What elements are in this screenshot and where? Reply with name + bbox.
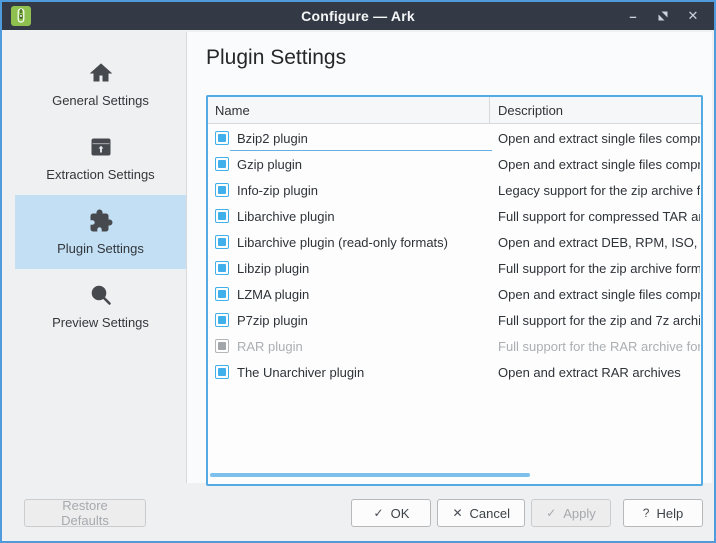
plugin-description: Legacy support for the zip archive forma…	[498, 177, 700, 203]
checkbox-check	[218, 342, 226, 350]
minimize-icon[interactable]: –	[618, 2, 648, 30]
plugin-description: Open and extract DEB, RPM, ISO, AppImage…	[498, 229, 700, 255]
plugin-checkbox[interactable]	[215, 235, 229, 249]
maximize-icon[interactable]	[648, 2, 678, 30]
table-row[interactable]: The Unarchiver plugin Open and extract R…	[208, 359, 701, 385]
table-row[interactable]: Bzip2 plugin Open and extract single fil…	[208, 125, 701, 151]
help-button[interactable]: ? Help	[623, 499, 703, 527]
checkbox-check	[218, 290, 226, 298]
table-row[interactable]: Libzip plugin Full support for the zip a…	[208, 255, 701, 281]
horizontal-scrollbar[interactable]	[210, 473, 530, 477]
plugin-name: Info-zip plugin	[237, 177, 489, 203]
sidebar-item-preview-settings[interactable]: Preview Settings	[15, 269, 186, 343]
sidebar-item-general-settings[interactable]: General Settings	[15, 47, 186, 121]
table-header: Name Description	[208, 97, 701, 124]
sidebar-item-label: Plugin Settings	[57, 241, 144, 256]
dialog-body: General Settings Extraction Settings Plu…	[4, 32, 712, 539]
plugin-description: Full support for the RAR archive format	[498, 333, 700, 359]
plugin-description: Full support for the zip and 7z archive …	[498, 307, 700, 333]
plugin-checkbox[interactable]	[215, 261, 229, 275]
check-icon: ✓	[546, 506, 556, 520]
sidebar-item-plugin-settings[interactable]: Plugin Settings	[15, 195, 186, 269]
plugin-name: Libarchive plugin	[237, 203, 489, 229]
settings-sidebar: General Settings Extraction Settings Plu…	[4, 32, 186, 539]
plugin-checkbox[interactable]	[215, 339, 229, 353]
plugin-description: Open and extract RAR archives	[498, 359, 700, 385]
plugin-table[interactable]: Name Description Bzip2 plugin Open and e…	[206, 95, 703, 486]
plugin-checkbox[interactable]	[215, 365, 229, 379]
plugin-name: Libzip plugin	[237, 255, 489, 281]
puzzle-piece-icon	[88, 208, 114, 234]
checkbox-check	[218, 368, 226, 376]
column-divider[interactable]	[489, 97, 490, 124]
window-controls: – ✕	[618, 2, 708, 30]
magnifier-icon	[88, 282, 114, 308]
plugin-description: Open and extract single files compressed…	[498, 125, 700, 151]
checkbox-check	[218, 160, 226, 168]
plugin-checkbox[interactable]	[215, 209, 229, 223]
question-icon: ?	[643, 506, 650, 520]
plugin-name: LZMA plugin	[237, 281, 489, 307]
check-icon: ✓	[374, 506, 384, 520]
dialog-footer: Restore Defaults ✓ OK ✕ Cancel ✓ Apply ?…	[4, 483, 712, 539]
plugin-description: Open and extract single files compressed…	[498, 281, 700, 307]
configure-dialog: Configure — Ark – ✕ General Settings Ext…	[0, 0, 716, 543]
plugin-name: Bzip2 plugin	[237, 125, 489, 151]
plugin-checkbox[interactable]	[215, 287, 229, 301]
checkbox-check	[218, 212, 226, 220]
table-row[interactable]: RAR plugin Full support for the RAR arch…	[208, 333, 701, 359]
plugin-checkbox[interactable]	[215, 157, 229, 171]
close-icon[interactable]: ✕	[678, 2, 708, 30]
content-pane: Plugin Settings Name Description Bzip2 p…	[186, 32, 712, 483]
plugin-name: Libarchive plugin (read-only formats)	[237, 229, 489, 255]
table-row[interactable]: Gzip plugin Open and extract single file…	[208, 151, 701, 177]
sidebar-item-label: Extraction Settings	[46, 167, 154, 182]
column-header-name[interactable]: Name	[215, 97, 485, 124]
plugin-name: Gzip plugin	[237, 151, 489, 177]
column-header-description[interactable]: Description	[498, 97, 701, 124]
table-body: Bzip2 plugin Open and extract single fil…	[208, 125, 701, 385]
plugin-checkbox[interactable]	[215, 313, 229, 327]
ok-button[interactable]: ✓ OK	[351, 499, 431, 527]
checkbox-check	[218, 264, 226, 272]
table-row[interactable]: LZMA plugin Open and extract single file…	[208, 281, 701, 307]
plugin-description: Full support for compressed TAR archives	[498, 203, 700, 229]
plugin-checkbox[interactable]	[215, 183, 229, 197]
home-icon	[88, 60, 114, 86]
settings-category-list: General Settings Extraction Settings Plu…	[15, 47, 186, 343]
archive-extract-icon	[88, 134, 114, 160]
cross-icon: ✕	[452, 506, 462, 520]
page-title: Plugin Settings	[206, 46, 346, 70]
sidebar-item-label: Preview Settings	[52, 315, 149, 330]
plugin-description: Full support for the zip archive format	[498, 255, 700, 281]
checkbox-check	[218, 238, 226, 246]
checkbox-check	[218, 316, 226, 324]
plugin-name: The Unarchiver plugin	[237, 359, 489, 385]
checkbox-check	[218, 134, 226, 142]
sidebar-item-label: General Settings	[52, 93, 149, 108]
dialog-buttons: ✓ OK ✕ Cancel ✓ Apply ? Help	[345, 499, 703, 527]
plugin-name: P7zip plugin	[237, 307, 489, 333]
restore-defaults-button[interactable]: Restore Defaults	[24, 499, 146, 527]
table-row[interactable]: Info-zip plugin Legacy support for the z…	[208, 177, 701, 203]
table-row[interactable]: Libarchive plugin (read-only formats) Op…	[208, 229, 701, 255]
checkbox-check	[218, 186, 226, 194]
plugin-checkbox[interactable]	[215, 131, 229, 145]
table-row[interactable]: P7zip plugin Full support for the zip an…	[208, 307, 701, 333]
cancel-button[interactable]: ✕ Cancel	[437, 499, 525, 527]
titlebar[interactable]: Configure — Ark – ✕	[2, 2, 714, 30]
table-row[interactable]: Libarchive plugin Full support for compr…	[208, 203, 701, 229]
window-title: Configure — Ark	[2, 8, 714, 24]
apply-button[interactable]: ✓ Apply	[531, 499, 611, 527]
plugin-description: Open and extract single files compressed…	[498, 151, 700, 177]
plugin-name: RAR plugin	[237, 333, 489, 359]
sidebar-item-extraction-settings[interactable]: Extraction Settings	[15, 121, 186, 195]
